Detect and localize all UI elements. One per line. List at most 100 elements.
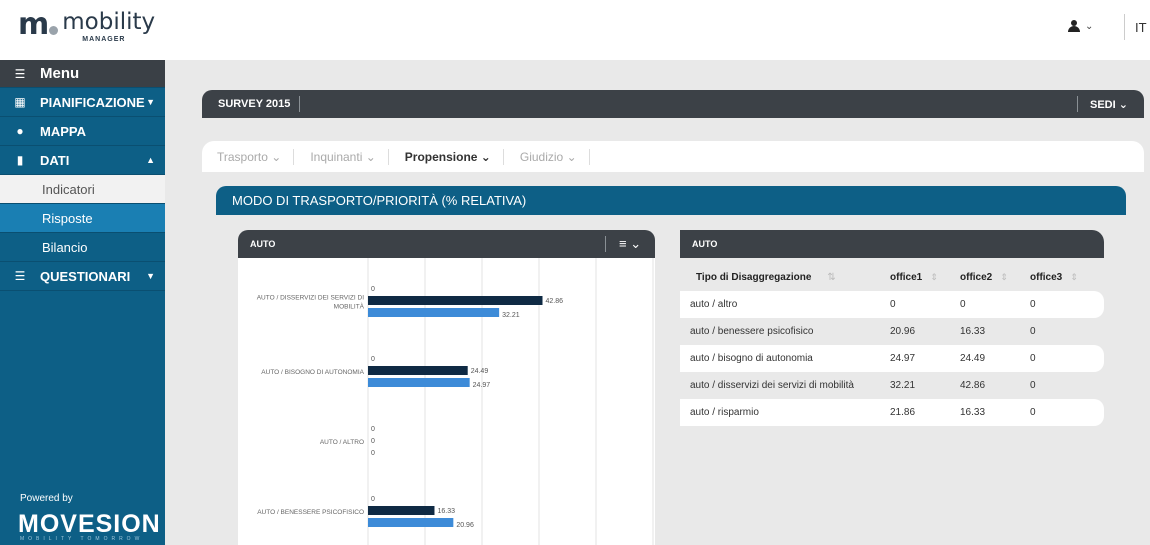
sort-icon: ⇅ <box>827 271 836 283</box>
data-label: 32.21 <box>502 312 520 319</box>
sort-icon: ⇕ <box>1000 271 1008 282</box>
table-cell: 24.97 <box>890 353 916 364</box>
data-label: 20.96 <box>456 522 474 529</box>
sidebar-item-questionari[interactable]: ☰ QUESTIONARI ▼ <box>0 262 165 291</box>
sidebar-menu-toggle[interactable]: ☰ Menu <box>0 60 165 88</box>
language-selector[interactable]: IT <box>1135 20 1147 35</box>
column-label: office2 <box>960 271 993 283</box>
table-cell: 0 <box>1030 380 1036 391</box>
map-marker-icon: ● <box>16 124 24 138</box>
bar-chart: 0 AUTO / DISSERVIZI DEI SERVIZI DIMOBILIT… <box>257 258 654 545</box>
data-label: 0 <box>371 450 375 457</box>
sidebar-item-mappa[interactable]: ● MAPPA <box>0 117 165 146</box>
sidebar-item-dati[interactable]: ▮ DATI ▲ <box>0 146 165 175</box>
table-cell: 21.86 <box>890 407 916 418</box>
sort-icon: ⇕ <box>930 271 938 282</box>
table-header-row: Tipo di Disaggregazione ⇅ office1 ⇕ office… <box>680 263 1104 291</box>
app-logo[interactable]: m mobility MANAGER <box>18 8 155 52</box>
data-label: 0 <box>371 426 375 433</box>
tab-label: Trasporto <box>217 149 268 164</box>
sidebar-subitem-indicatori[interactable]: Indicatori <box>0 175 165 204</box>
data-label: 24.49 <box>471 368 489 375</box>
sidebar-item-label: QUESTIONARI <box>40 268 131 284</box>
table-header: AUTO <box>680 230 1104 258</box>
brand-logo: MOVESION <box>18 510 161 538</box>
sedi-label: SEDI <box>1090 99 1116 111</box>
chevron-down-icon: ⌄ <box>480 149 491 164</box>
bar <box>368 378 470 387</box>
user-menu[interactable]: ⌄ <box>1068 20 1093 32</box>
tab-inquinanti[interactable]: Inquinanti ⌄ <box>310 148 389 165</box>
bar-chart-icon: ▮ <box>16 153 24 167</box>
data-table: Tipo di Disaggregazione ⇅ office1 ⇕ office… <box>680 263 1104 426</box>
table-row: auto / disservizi dei servizi di mobilit… <box>680 372 1104 399</box>
table-cell: 0 <box>1030 353 1036 364</box>
sidebar-menu-label: Menu <box>40 65 80 82</box>
tab-label: Propensione <box>404 149 478 164</box>
tab-giudizio[interactable]: Giudizio ⌄ <box>519 148 590 165</box>
column-label: Tipo di Disaggregazione <box>696 271 812 283</box>
chevron-down-icon: ▼ <box>146 271 155 281</box>
data-label: 0 <box>371 356 375 363</box>
tab-propensione[interactable]: Propensione ⌄ <box>404 148 504 165</box>
user-icon <box>1068 20 1080 32</box>
category-label: MOBILITÀ <box>334 302 365 311</box>
top-header: m mobility MANAGER ⌄ IT <box>0 0 1150 60</box>
table-cell: auto / benessere psicofisico <box>690 326 814 337</box>
logo-dot-icon <box>49 26 59 35</box>
column-header[interactable]: office3 ⇕ <box>1020 272 1090 283</box>
data-label: 0 <box>371 496 375 503</box>
column-header[interactable]: office2 ⇕ <box>950 272 1020 283</box>
table-row: auto / risparmio 21.86 16.33 0 <box>680 399 1104 426</box>
hamburger-icon: ☰ <box>14 66 26 81</box>
column-label: office1 <box>890 271 923 283</box>
table-cell: 20.96 <box>890 326 916 337</box>
chevron-down-icon: ⌄ <box>1085 20 1094 32</box>
logo-name: mobility <box>62 9 156 35</box>
table-cell: auto / altro <box>690 299 738 310</box>
tab-label: Giudizio <box>519 149 564 164</box>
list-icon: ☰ <box>14 269 26 283</box>
category-label: AUTO / DISSERVIZI DEI SERVIZI DI <box>257 295 364 302</box>
chevron-down-icon: ▼ <box>146 97 155 107</box>
table-cell: auto / disservizi dei servizi di mobilit… <box>690 380 854 391</box>
chevron-up-icon: ▲ <box>146 155 155 165</box>
bar <box>368 366 468 375</box>
calendar-icon: ▦ <box>14 95 26 109</box>
table-cell: 16.33 <box>960 407 986 418</box>
tab-bar: Trasporto ⌄ Inquinanti ⌄ Propensione ⌄ G… <box>202 141 1144 172</box>
column-label: office3 <box>1030 271 1063 283</box>
tab-trasporto[interactable]: Trasporto ⌄ <box>217 148 295 165</box>
section-title: MODO DI TRASPORTO/PRIORITÀ (% RELATIVA) <box>216 186 1126 215</box>
table-cell: 0 <box>1030 326 1036 337</box>
chart-header: AUTO ≡ ⌄ <box>238 230 655 258</box>
tab-label: Inquinanti <box>310 149 363 164</box>
data-label: 42.86 <box>546 298 564 305</box>
column-header[interactable]: office1 ⇕ <box>880 272 950 283</box>
sidebar-subitem-bilancio[interactable]: Bilancio <box>0 233 165 262</box>
bar <box>368 296 543 305</box>
sidebar-item-label: DATI <box>40 152 70 168</box>
survey-title: SURVEY 2015 <box>218 98 291 110</box>
sidebar-item-label: PIANIFICAZIONE <box>40 94 145 110</box>
table-row: auto / benessere psicofisico 20.96 16.33… <box>680 318 1104 345</box>
table-cell: 16.33 <box>960 326 986 337</box>
category-label: AUTO / ALTRO <box>320 439 364 446</box>
table-cell: 32.21 <box>890 380 916 391</box>
sedi-dropdown[interactable]: SEDI ⌄ <box>1090 98 1128 111</box>
chart-menu-button[interactable]: ≡ ⌄ <box>619 236 641 252</box>
bar <box>368 308 500 317</box>
chevron-down-icon: ⌄ <box>365 149 376 164</box>
table-cell: 0 <box>1030 299 1036 310</box>
column-header[interactable]: Tipo di Disaggregazione ⇅ <box>680 272 880 283</box>
sidebar-item-pianificazione[interactable]: ▦ PIANIFICAZIONE ▼ <box>0 88 165 117</box>
survey-bar: SURVEY 2015 SEDI ⌄ <box>202 90 1144 118</box>
powered-by-label: Powered by <box>20 493 73 504</box>
table-row: auto / bisogno di autonomia 24.97 24.49 … <box>680 345 1104 372</box>
divider <box>1077 96 1078 112</box>
data-label: 24.97 <box>473 382 491 389</box>
brand-tagline: MOBILITY TOMORROW <box>20 536 144 542</box>
sidebar-subitem-risposte[interactable]: Risposte <box>0 204 165 233</box>
sidebar: ☰ Menu ▦ PIANIFICAZIONE ▼ ● MAPPA ▮ DATI… <box>0 60 165 545</box>
table-title: AUTO <box>692 239 718 249</box>
